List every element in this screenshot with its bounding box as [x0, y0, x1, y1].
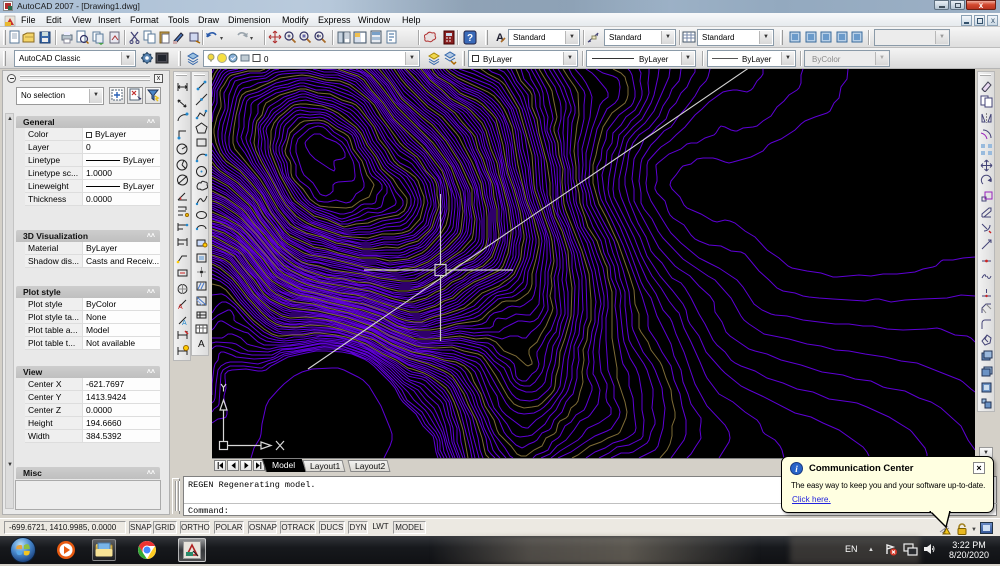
svg-text:A: A [496, 32, 504, 44]
svg-text:A: A [198, 339, 205, 349]
svg-text:?: ? [467, 33, 473, 44]
svg-text:A: A [178, 304, 183, 310]
svg-text:A: A [182, 320, 187, 326]
